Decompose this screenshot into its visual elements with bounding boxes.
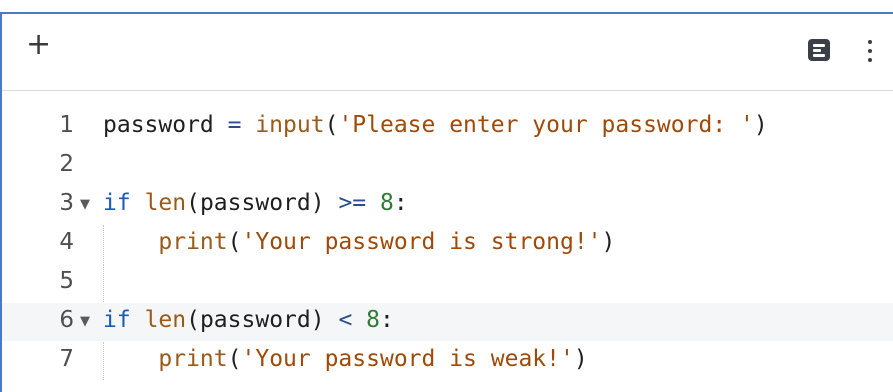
code-token: password: [103, 112, 214, 138]
code-token: (password): [186, 190, 339, 216]
line-source: print('Your password is strong!'): [103, 229, 615, 255]
code-token: if: [103, 190, 131, 216]
code-cell: + 1 password = input('Please enter your p…: [0, 12, 893, 392]
code-token: :: [393, 190, 408, 216]
code-token: :: [380, 307, 394, 333]
code-token: (: [324, 112, 339, 138]
line-source: if len(password) < 8:: [103, 307, 394, 333]
line-number: 7: [59, 346, 74, 372]
fold-toggle-icon[interactable]: ▼: [80, 197, 90, 212]
document-lines-icon[interactable]: [808, 39, 830, 61]
code-line[interactable]: 6 ▼ if len(password) < 8:: [2, 303, 893, 341]
code-token: 'Your password is strong!': [241, 229, 602, 255]
add-cell-button[interactable]: +: [26, 30, 51, 60]
line-source: print('Your password is weak!'): [103, 346, 588, 372]
code-token: 8: [366, 307, 381, 333]
code-token: =: [213, 112, 256, 138]
code-token: ): [573, 346, 588, 372]
plus-icon: +: [26, 27, 52, 62]
code-token: print: [158, 346, 228, 372]
code-token: 'Your password is weak!': [241, 346, 574, 372]
line-source: password = input('Please enter your pass…: [103, 112, 768, 138]
code-token: (: [227, 346, 242, 372]
indent-guide: [103, 264, 104, 302]
code-token: 'Please enter your password: ': [338, 112, 754, 138]
code-token: input: [255, 112, 325, 138]
more-options-icon[interactable]: [866, 38, 874, 64]
code-token: len: [144, 190, 187, 216]
code-line[interactable]: 4 print('Your password is strong!'): [2, 225, 893, 263]
line-number: 1: [59, 112, 74, 138]
code-line[interactable]: 7 print('Your password is weak!'): [2, 342, 893, 380]
line-source: if len(password) >= 8:: [103, 190, 408, 216]
code-token: 8: [380, 190, 394, 216]
code-token: <: [338, 307, 353, 333]
code-line[interactable]: 3 ▼ if len(password) >= 8:: [2, 186, 893, 224]
code-token: print: [158, 229, 228, 255]
line-number: 6: [59, 307, 74, 333]
code-token: ): [601, 229, 616, 255]
cell-toolbar: +: [2, 14, 893, 91]
code-token: >=: [338, 190, 367, 216]
code-token: (password): [186, 307, 339, 333]
line-number: 3: [59, 190, 74, 216]
code-editor[interactable]: 1 password = input('Please enter your pas…: [2, 92, 893, 392]
code-token: ): [753, 112, 768, 138]
code-line[interactable]: 1 password = input('Please enter your pas…: [2, 108, 893, 146]
line-number: 5: [59, 268, 74, 294]
code-token: (: [227, 229, 242, 255]
code-line[interactable]: 5: [2, 264, 893, 302]
fold-toggle-icon[interactable]: ▼: [80, 314, 90, 329]
code-token: if: [103, 307, 131, 333]
line-number: 4: [59, 229, 74, 255]
code-line[interactable]: 2: [2, 147, 893, 185]
code-token: len: [144, 307, 187, 333]
line-number: 2: [59, 151, 74, 177]
